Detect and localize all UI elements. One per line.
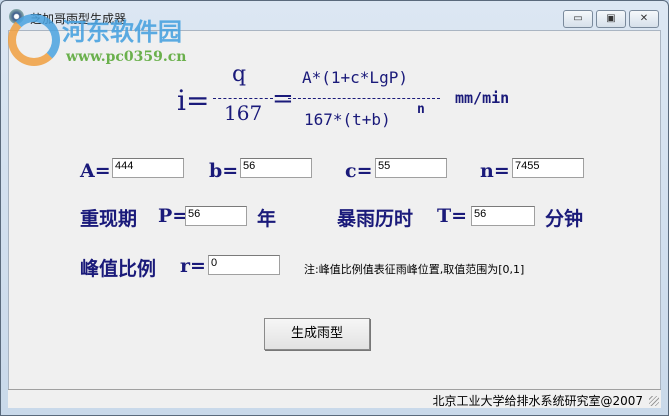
formula-num2: A*(1+c*LgP)	[302, 68, 408, 87]
unit-minutes: 分钟	[545, 208, 584, 230]
maximize-button[interactable]: ▣	[596, 10, 626, 28]
input-r[interactable]: 0	[208, 255, 280, 275]
fraction-line-1	[213, 98, 273, 99]
generate-button[interactable]: 生成雨型	[264, 318, 370, 350]
formula-unit: mm/min	[455, 89, 510, 107]
close-button[interactable]: ✕	[629, 10, 659, 28]
minimize-button[interactable]: ▭	[563, 10, 593, 28]
watermark-logo-icon	[8, 14, 60, 66]
formula-num1: q	[232, 62, 247, 87]
label-A: A=	[80, 160, 111, 182]
label-r: r=	[180, 255, 206, 277]
label-b: b=	[209, 160, 239, 182]
input-T[interactable]: 56	[471, 206, 535, 226]
label-n: n=	[480, 160, 510, 182]
unit-year: 年	[257, 208, 277, 230]
label-c: c=	[345, 160, 373, 182]
formula-den2: 167*(t+b)	[304, 110, 391, 129]
formula-lhs: i=	[177, 84, 210, 117]
formula-eq2: =	[272, 84, 294, 114]
resize-grip-icon[interactable]	[649, 396, 659, 406]
fraction-line-2	[288, 98, 440, 99]
input-P[interactable]: 56	[185, 206, 247, 226]
peak-note: 注:峰值比例值表征雨峰位置,取值范围为[0,1]	[304, 263, 525, 276]
watermark-url: www.pc0359.cn	[66, 49, 187, 65]
label-P: P=	[158, 205, 189, 227]
input-c[interactable]: 55	[375, 158, 447, 178]
formula-den1: 167	[224, 101, 263, 125]
watermark-name: 河东软件园	[62, 18, 182, 46]
label-peak-ratio: 峰值比例	[80, 258, 157, 280]
status-text: 北京工业大学给排水系统研究室@2007	[432, 394, 643, 408]
label-period: 重现期	[80, 208, 138, 230]
label-duration: 暴雨历时	[337, 208, 414, 230]
input-b[interactable]: 56	[240, 158, 312, 178]
input-n[interactable]: 7455	[512, 158, 584, 178]
input-A[interactable]: 444	[112, 158, 184, 178]
label-T: T=	[437, 205, 468, 227]
formula-exponent: n	[417, 102, 425, 117]
